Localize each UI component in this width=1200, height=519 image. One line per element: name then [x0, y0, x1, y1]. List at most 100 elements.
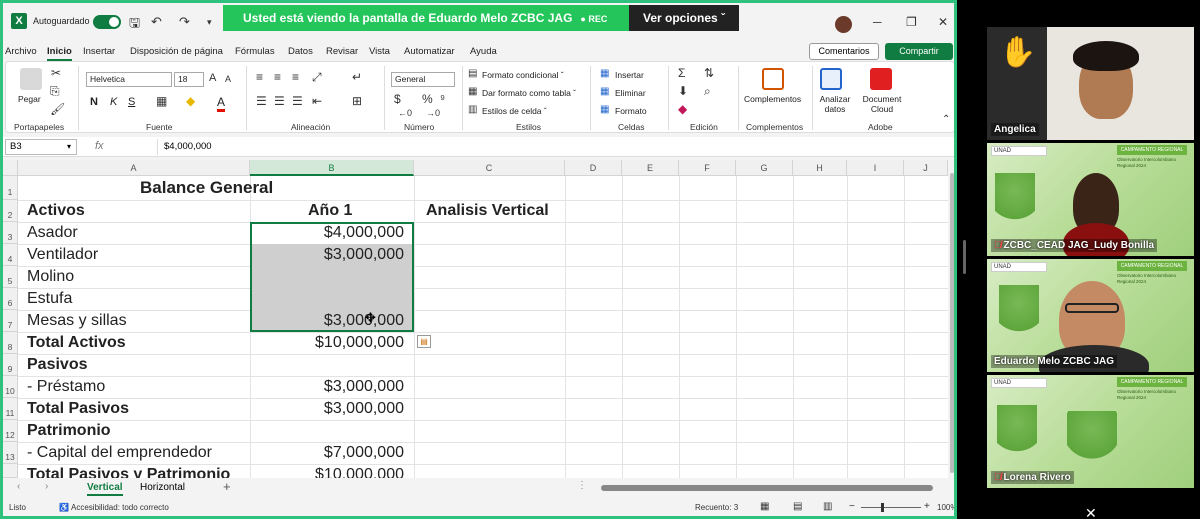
cell-A4[interactable]: Ventilador — [27, 246, 98, 264]
number-format-select[interactable]: General — [391, 72, 455, 87]
borders-icon[interactable]: ▦ — [156, 94, 167, 108]
zoom-out-icon[interactable]: − — [849, 501, 855, 512]
italic-icon[interactable]: K — [110, 96, 117, 108]
row-header[interactable] — [3, 464, 18, 478]
tab-insertar[interactable]: Insertar — [83, 46, 115, 57]
align-right-icon[interactable]: ☰ — [292, 94, 303, 108]
paste-icon[interactable] — [20, 68, 42, 90]
increase-decimal-icon[interactable]: ←0 — [398, 108, 412, 118]
collapse-ribbon-icon[interactable]: ⌃ — [942, 114, 950, 125]
quick-analysis-icon[interactable]: ▤ — [417, 335, 431, 348]
row-header[interactable]: 7 — [3, 310, 18, 332]
cell-C2[interactable]: Analisis Vertical — [426, 202, 549, 220]
paste-label[interactable]: Pegar — [18, 94, 41, 104]
prev-sheet-icon[interactable]: ‹ — [17, 481, 20, 492]
accessibility-status[interactable]: Accesibilidad: todo correcto — [71, 503, 169, 512]
customize-toolbar-icon[interactable]: ▾ — [207, 17, 212, 28]
tab-formulas[interactable]: Fórmulas — [235, 46, 275, 57]
share-button[interactable]: Compartir — [885, 43, 953, 60]
addins-button[interactable]: Complementos — [744, 94, 801, 104]
autosum-icon[interactable]: Σ — [678, 66, 685, 80]
zoom-level[interactable]: 100% — [937, 503, 954, 512]
comments-button[interactable]: Comentarios — [809, 43, 879, 60]
zoom-slider-thumb[interactable] — [881, 503, 884, 512]
row-header[interactable]: 5 — [3, 266, 18, 288]
cell-B2[interactable]: Año 1 — [308, 202, 352, 220]
zoom-in-icon[interactable]: + — [924, 501, 930, 512]
format-table-icon[interactable]: ▦ — [468, 86, 477, 97]
redo-icon[interactable]: ↷ — [179, 14, 190, 30]
cell-A6[interactable]: Estufa — [27, 290, 72, 308]
fill-icon[interactable]: ⬇ — [678, 84, 688, 98]
conditional-format-button[interactable]: Formato condicional ˇ — [482, 70, 564, 80]
cell-styles-button[interactable]: Estilos de celda ˇ — [482, 106, 547, 116]
tab-vista[interactable]: Vista — [369, 46, 390, 57]
page-layout-icon[interactable]: ▤ — [793, 501, 802, 512]
align-left-icon[interactable]: ☰ — [256, 94, 267, 108]
name-box-dropdown-icon[interactable]: ▾ — [67, 142, 71, 151]
insert-cells-button[interactable]: Insertar — [615, 70, 644, 80]
insert-cells-icon[interactable]: ▦ — [600, 68, 609, 79]
cell-A13[interactable]: - Capital del emprendedor — [27, 444, 212, 462]
participant-tile[interactable]: ✋ Angelica — [987, 27, 1194, 140]
addins-icon[interactable] — [762, 68, 784, 90]
column-header[interactable]: G — [736, 160, 793, 176]
cell-A12[interactable]: Patrimonio — [27, 422, 111, 440]
cell-B11[interactable]: $3,000,000 — [254, 400, 404, 418]
zoom-slider[interactable] — [861, 507, 921, 508]
accessibility-icon[interactable]: ♿ — [59, 503, 69, 512]
column-header[interactable]: B — [250, 160, 414, 176]
column-header[interactable]: I — [847, 160, 904, 176]
row-header[interactable]: 2 — [3, 200, 18, 222]
format-painter-icon[interactable]: 🖌 — [50, 102, 65, 116]
comma-style-icon[interactable]: ⁹ — [440, 92, 445, 106]
merge-center-icon[interactable]: ⊞ — [352, 94, 362, 108]
orientation-icon[interactable]: ⤢ — [312, 70, 322, 85]
participant-tile[interactable]: UNAD CAMPAMENTO REGIONAL Observatorio In… — [987, 375, 1194, 488]
tab-revisar[interactable]: Revisar — [326, 46, 358, 57]
cell-A7[interactable]: Mesas y sillas — [27, 312, 127, 330]
sheet-tab-vertical[interactable]: Vertical — [87, 480, 123, 496]
format-cells-icon[interactable]: ▦ — [600, 104, 609, 115]
spreadsheet-grid[interactable]: A B C D E F G H I J 1 2 3 4 5 6 7 8 9 10… — [3, 160, 948, 478]
horizontal-scrollbar[interactable] — [601, 485, 933, 491]
row-header[interactable]: 11 — [3, 398, 18, 420]
underline-icon[interactable]: S — [128, 96, 135, 108]
fill-color-icon[interactable]: ◆ — [186, 94, 195, 108]
restore-icon[interactable]: ❐ — [906, 15, 917, 29]
format-cells-button[interactable]: Formato — [615, 106, 647, 116]
cell-A5[interactable]: Molino — [27, 268, 74, 286]
function-icon[interactable]: fx — [95, 140, 104, 152]
cell-B14[interactable]: $10,000,000 — [254, 466, 404, 478]
row-header[interactable]: 1 — [3, 176, 18, 200]
row-header[interactable]: 6 — [3, 288, 18, 310]
tab-inicio[interactable]: Inicio — [47, 46, 72, 61]
align-top-icon[interactable]: ≡ — [256, 70, 263, 84]
column-header[interactable]: E — [622, 160, 679, 176]
find-select-icon[interactable]: ⌕ — [704, 84, 711, 99]
acrobat-icon[interactable] — [870, 68, 892, 90]
copy-icon[interactable]: ⎘ — [50, 84, 60, 99]
cell-B4[interactable]: $3,000,000 — [254, 246, 404, 264]
panel-resize-handle[interactable] — [963, 240, 966, 274]
tab-archivo[interactable]: Archivo — [5, 46, 37, 57]
row-header[interactable]: 9 — [3, 354, 18, 376]
autosave-toggle[interactable] — [93, 15, 121, 29]
font-color-icon[interactable]: A — [217, 95, 226, 112]
decrease-decimal-icon[interactable]: →0 — [426, 108, 440, 118]
column-header[interactable]: J — [904, 160, 948, 176]
column-header[interactable]: F — [679, 160, 736, 176]
format-as-table-button[interactable]: Dar formato como tabla ˇ — [482, 88, 576, 98]
align-bottom-icon[interactable]: ≡ — [292, 70, 299, 84]
column-header[interactable]: D — [565, 160, 622, 176]
undo-icon[interactable]: ↶ — [151, 14, 162, 30]
options-icon[interactable]: ⋮ — [577, 480, 587, 491]
row-header[interactable]: 10 — [3, 376, 18, 398]
cell-A8[interactable]: Total Activos — [27, 334, 126, 352]
participant-tile[interactable]: UNAD CAMPAMENTO REGIONAL Observatorio In… — [987, 259, 1194, 372]
tab-automatizar[interactable]: Automatizar — [404, 46, 455, 57]
cell-B13[interactable]: $7,000,000 — [254, 444, 404, 462]
font-size-select[interactable]: 18 — [174, 72, 204, 87]
select-all-corner[interactable] — [3, 160, 18, 176]
delete-cells-button[interactable]: Eliminar — [615, 88, 646, 98]
